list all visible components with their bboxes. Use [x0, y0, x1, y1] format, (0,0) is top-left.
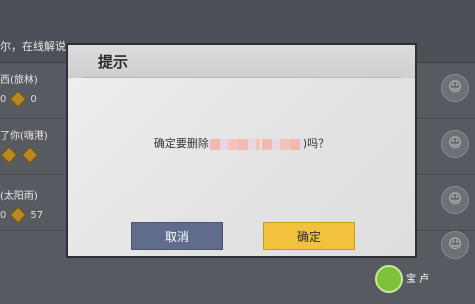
friend-stats: 0 0 — [0, 90, 37, 108]
dialog-title: 提示 — [98, 53, 129, 71]
redacted-name-part — [261, 138, 302, 150]
friend-stats — [0, 146, 39, 164]
dialog-header: 提示 — [68, 45, 415, 85]
gem-icon — [9, 206, 27, 224]
friend-name: 了你(嗨港) — [0, 131, 48, 142]
avatar-button[interactable]: ☺ — [441, 186, 469, 214]
dialog-body — [68, 78, 415, 256]
confirm-message: 确定要删除 )吗？ — [68, 135, 415, 151]
friend-stats: 0 57 — [0, 206, 44, 224]
avatar-button[interactable]: ☺ — [441, 231, 469, 259]
gem-icon — [9, 90, 27, 108]
confirm-button[interactable]: 确定 — [263, 222, 355, 250]
left-count: 0 — [0, 209, 7, 221]
redacted-name-part — [209, 138, 260, 150]
right-count: 57 — [30, 209, 44, 221]
gem-icon — [21, 146, 39, 164]
message-suffix: )吗？ — [302, 137, 330, 150]
avatar-button[interactable]: ☺ — [441, 130, 469, 158]
confirm-dialog: 提示 确定要删除 )吗？ 取消 确定 — [66, 43, 417, 258]
watermark-text: 宝 卢 — [406, 274, 430, 285]
friend-name: 西(旅林) — [0, 75, 38, 86]
header-text: 尔，在线解说 — [0, 40, 66, 53]
pacman-logo-icon — [375, 265, 403, 293]
left-count: 0 — [0, 93, 7, 105]
message-prefix: 确定要删除 — [153, 137, 209, 150]
avatar-button[interactable]: ☺ — [441, 74, 469, 102]
right-count: 0 — [30, 93, 37, 105]
cancel-button[interactable]: 取消 — [131, 222, 223, 250]
friend-name: (太阳雨) — [0, 191, 38, 202]
gem-icon — [0, 146, 18, 164]
